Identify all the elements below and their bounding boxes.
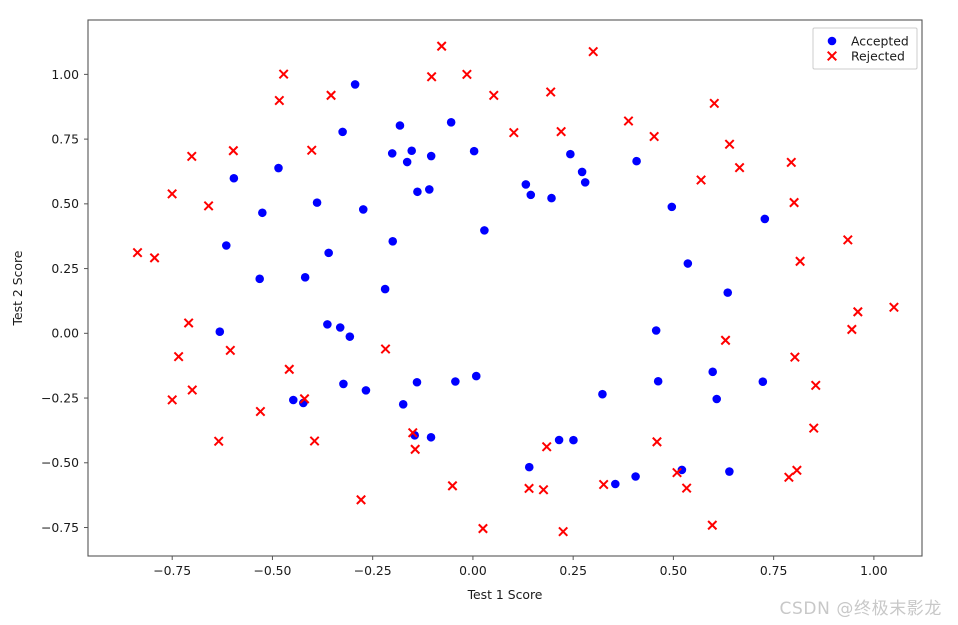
data-point-accepted bbox=[395, 121, 405, 130]
data-point-accepted bbox=[338, 127, 347, 137]
data-point-accepted bbox=[274, 163, 283, 173]
x-tick-label: 1.00 bbox=[860, 563, 888, 578]
data-point-accepted bbox=[451, 377, 460, 386]
legend-marker-accepted bbox=[827, 36, 837, 46]
legend-label-rejected: Rejected bbox=[851, 48, 905, 63]
data-point-accepted bbox=[215, 327, 225, 336]
data-point-accepted bbox=[611, 479, 620, 489]
data-point-accepted bbox=[426, 151, 436, 161]
data-point-accepted bbox=[255, 274, 264, 284]
x-tick-label: −0.25 bbox=[354, 563, 392, 578]
data-point-accepted bbox=[566, 149, 575, 159]
data-point-accepted bbox=[398, 400, 408, 409]
scatter-plot-figure: −0.75 −0.50 −0.25 0.00 0.25 0.50 0.75 1.00 Test … bbox=[0, 0, 958, 625]
data-point-accepted bbox=[413, 187, 422, 197]
scatter-plot-canvas: −0.75 −0.50 −0.25 0.00 0.25 0.50 0.75 1.00 Test … bbox=[10, 19, 923, 602]
x-axis: −0.75 −0.50 −0.25 0.00 0.25 0.50 0.75 1.00 Test … bbox=[153, 556, 888, 602]
data-point-accepted bbox=[758, 377, 768, 386]
y-tick-label: 0.25 bbox=[51, 261, 79, 276]
y-tick-label: 0.00 bbox=[51, 326, 79, 341]
y-tick-label: 0.50 bbox=[51, 196, 79, 211]
data-point-accepted bbox=[258, 208, 267, 218]
data-point-accepted bbox=[335, 323, 345, 332]
data-point-accepted bbox=[547, 193, 556, 203]
data-point-accepted bbox=[580, 178, 590, 187]
data-point-accepted bbox=[312, 198, 322, 207]
y-tick-label: 1.00 bbox=[51, 67, 79, 82]
data-point-accepted bbox=[712, 394, 721, 404]
data-point-accepted bbox=[708, 367, 717, 377]
legend[interactable]: AcceptedRejected bbox=[812, 27, 918, 70]
x-tick-label: 0.75 bbox=[760, 563, 788, 578]
y-tick-label: −0.25 bbox=[41, 390, 79, 405]
data-point-accepted bbox=[323, 320, 332, 329]
data-point-accepted bbox=[554, 435, 564, 445]
data-point-accepted bbox=[388, 237, 398, 246]
data-point-accepted bbox=[683, 259, 693, 268]
data-point-accepted bbox=[446, 118, 456, 127]
data-point-accepted bbox=[632, 156, 641, 166]
data-point-accepted bbox=[426, 432, 436, 442]
data-point-accepted bbox=[350, 80, 360, 89]
y-axis: −0.75 −0.50 −0.25 0.00 0.25 0.50 0.75 1.00 Test … bbox=[10, 67, 88, 535]
data-point-accepted bbox=[651, 326, 661, 335]
data-point-accepted bbox=[289, 395, 298, 405]
data-point-accepted bbox=[653, 376, 663, 386]
data-point-accepted bbox=[345, 332, 355, 341]
data-point-accepted bbox=[526, 190, 536, 200]
data-point-accepted bbox=[324, 248, 333, 258]
x-tick-label: −0.50 bbox=[253, 563, 291, 578]
x-tick-label: 0.00 bbox=[459, 563, 487, 578]
data-point-accepted bbox=[598, 389, 607, 399]
data-point-accepted bbox=[667, 202, 677, 212]
data-point-accepted bbox=[569, 435, 578, 445]
data-point-accepted bbox=[407, 146, 416, 156]
legend-label-accepted: Accepted bbox=[851, 33, 909, 48]
data-point-accepted bbox=[723, 288, 733, 297]
data-point-accepted bbox=[480, 226, 489, 235]
data-point-accepted bbox=[387, 149, 397, 158]
data-point-accepted bbox=[412, 377, 422, 387]
data-point-accepted bbox=[339, 379, 348, 389]
y-tick-label: −0.75 bbox=[41, 520, 79, 535]
data-point-accepted bbox=[760, 214, 770, 224]
x-tick-label: −0.75 bbox=[153, 563, 191, 578]
data-point-accepted bbox=[577, 167, 587, 177]
data-point-accepted bbox=[469, 146, 479, 156]
data-point-accepted bbox=[300, 273, 310, 282]
data-point-accepted bbox=[380, 284, 390, 294]
csdn-watermark: CSDN @终极末影龙 bbox=[779, 599, 942, 619]
x-axis-title: Test 1 Score bbox=[467, 587, 543, 602]
data-point-accepted bbox=[358, 205, 368, 214]
x-tick-label: 0.25 bbox=[559, 563, 587, 578]
y-tick-label: −0.50 bbox=[41, 455, 79, 470]
data-point-accepted bbox=[725, 467, 734, 476]
data-point-accepted bbox=[631, 472, 640, 481]
data-point-accepted bbox=[361, 386, 371, 395]
plot-frame bbox=[87, 19, 923, 557]
data-point-accepted bbox=[402, 157, 412, 167]
x-tick-label: 0.50 bbox=[660, 563, 688, 578]
y-axis-title: Test 2 Score bbox=[10, 251, 25, 327]
y-tick-label: 0.75 bbox=[51, 132, 79, 147]
data-point-accepted bbox=[229, 173, 239, 183]
data-point-accepted bbox=[524, 462, 534, 472]
data-point-accepted bbox=[471, 371, 481, 381]
data-point-accepted bbox=[425, 185, 434, 194]
data-point-accepted bbox=[521, 180, 531, 189]
data-point-accepted bbox=[222, 241, 231, 250]
